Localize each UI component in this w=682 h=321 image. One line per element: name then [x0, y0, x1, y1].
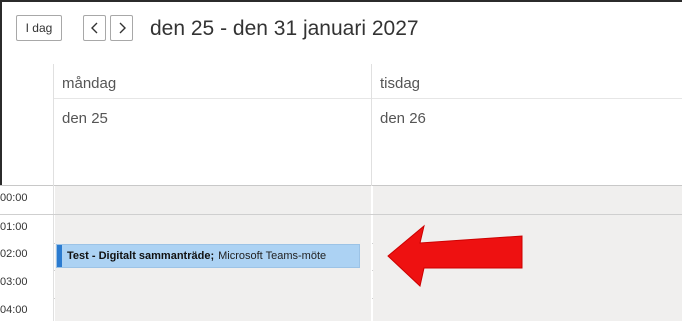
time-label: 04:00 — [0, 298, 54, 321]
next-week-button[interactable] — [110, 15, 133, 41]
day-divider — [372, 98, 682, 99]
event-title: Test - Digitalt sammanträde — [67, 250, 211, 262]
chevron-left-icon — [90, 22, 97, 34]
time-label: 02:00 — [0, 242, 54, 270]
day-header: måndag den 25 tisdag den 26 — [0, 64, 682, 186]
day-date: den 25 — [62, 110, 108, 127]
calendar-event[interactable]: Test - Digitalt sammanträde; Microsoft T… — [56, 244, 360, 268]
date-range-title: den 25 - den 31 januari 2027 — [150, 17, 419, 40]
time-slot-cell[interactable] — [373, 186, 682, 214]
time-row: 01:00 — [0, 215, 682, 244]
day-name: tisdag — [380, 75, 421, 92]
day-column-monday[interactable]: måndag den 25 — [54, 64, 372, 186]
time-row: 00:00 — [0, 186, 682, 215]
day-date: den 26 — [380, 110, 426, 127]
time-label: 00:00 — [0, 186, 54, 214]
time-row: 03:00 — [0, 270, 682, 299]
time-slot-cell[interactable] — [373, 298, 682, 321]
time-row: 04:00 — [0, 298, 682, 321]
time-label: 01:00 — [0, 215, 54, 243]
time-slot-cell[interactable] — [55, 186, 372, 214]
time-slot-cell[interactable] — [55, 298, 372, 321]
time-label: 03:00 — [0, 270, 54, 298]
day-divider — [54, 98, 371, 99]
time-slot-cell[interactable] — [55, 215, 372, 243]
time-gutter-header — [0, 64, 54, 186]
chevron-right-icon — [119, 22, 126, 34]
today-button[interactable]: I dag — [16, 15, 62, 41]
day-column-tuesday[interactable]: tisdag den 26 — [372, 64, 682, 186]
red-arrow-icon — [387, 224, 523, 287]
previous-week-button[interactable] — [83, 15, 106, 41]
day-name: måndag — [62, 75, 117, 92]
calendar-toolbar: I dag den 25 - den 31 januari 2027 — [0, 0, 682, 64]
time-slot-cell[interactable] — [55, 270, 372, 298]
event-location: Microsoft Teams-möte — [218, 250, 327, 262]
